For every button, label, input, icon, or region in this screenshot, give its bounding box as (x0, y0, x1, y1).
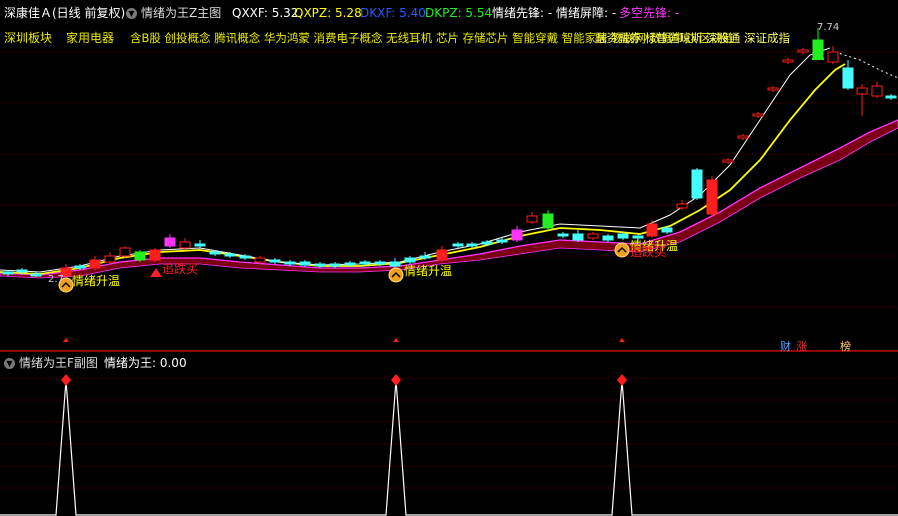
candle-body (617, 233, 629, 239)
candle-body (587, 233, 599, 239)
spike-marker (61, 374, 71, 386)
candle-body (299, 261, 311, 266)
candle-body (284, 261, 296, 265)
candle-body (30, 273, 42, 277)
candle-body (314, 263, 326, 267)
yellow-line (0, 63, 846, 275)
candle-body (691, 169, 703, 199)
bottom-signal-marker (63, 338, 69, 342)
candle-body (856, 87, 868, 95)
candle-body (119, 247, 131, 257)
candle-body (104, 255, 116, 263)
candle-body (496, 239, 508, 243)
sub-chart[interactable] (0, 352, 898, 516)
drop-label-1: 追跌买 (162, 262, 199, 276)
dkpz-value: DKPZ: 5.54 (425, 6, 493, 20)
warm-label-1: 情绪升温 (72, 274, 121, 288)
candle-body (254, 257, 266, 263)
warm-signal-icon (388, 267, 404, 283)
indicator-name: 情绪为王Z主图 (141, 6, 222, 20)
warm-signal-icon (614, 242, 630, 258)
candle-body (676, 203, 688, 209)
candle-body (224, 253, 236, 257)
overlay-blocks[interactable]: 融资融券 标普道琼斯 深股通 深证成指 (595, 30, 790, 46)
candle-body (436, 249, 448, 261)
candle-body (661, 227, 673, 233)
white-line (0, 47, 831, 273)
candle-body (134, 251, 146, 261)
candle-body (602, 235, 614, 241)
spike-marker (617, 374, 627, 386)
indicator-selector[interactable]: ▼ 情绪为王Z主图 (126, 4, 221, 22)
candle-body (797, 49, 809, 53)
candle-body (374, 261, 386, 265)
bottom-signal-marker (393, 338, 399, 342)
drop-label-2: 追跌买 (630, 245, 667, 259)
candle-body (359, 261, 371, 265)
candle-body (767, 87, 779, 91)
stock-title: 深康佳Ａ(日线 前复权) (4, 6, 126, 20)
qxxx-value: 情绪先锋: - (492, 6, 553, 20)
candle-body (269, 259, 281, 263)
drop-signal-icon (150, 268, 162, 277)
candle-body (179, 241, 191, 249)
candle-body (89, 259, 101, 269)
candle-body (2, 271, 14, 275)
main-chart[interactable] (0, 0, 898, 352)
candle-body (209, 251, 221, 255)
sub-indicator-selector[interactable]: ▼ 情绪为王F副图 (4, 355, 98, 371)
candle-body (329, 263, 341, 267)
candle-body (194, 243, 206, 247)
warm-label-2: 情绪升温 (404, 264, 453, 278)
dkxf-value: DKXF: 5.40 (360, 6, 426, 20)
candle-body (74, 265, 86, 269)
candle-body (452, 243, 464, 247)
candle-body (885, 95, 897, 99)
candle-body (16, 269, 28, 273)
candle-body (419, 255, 431, 259)
high-price-label: 7.74 (817, 22, 840, 33)
candle-body (389, 261, 401, 267)
candle-body (782, 59, 794, 63)
candle-body (812, 39, 824, 59)
candle-body (871, 85, 883, 97)
candle-body (827, 51, 839, 63)
candle-body (466, 243, 478, 247)
candle-body (557, 233, 569, 237)
candle-body (737, 135, 749, 139)
chevron-down-icon[interactable]: ▼ (4, 358, 15, 369)
candle-body (542, 213, 554, 229)
sub-title: 情绪为王F副图 (19, 356, 98, 370)
sub-value: 情绪为王: 0.00 (104, 356, 187, 370)
qxpz-value: QXPZ: 5.28 (294, 6, 362, 20)
candle-body (164, 237, 176, 247)
industry-block[interactable]: 家用电器 (66, 30, 114, 46)
candle-body (149, 249, 161, 261)
qxxf-value: QXXF: 5.32 (232, 6, 299, 20)
candle-body (646, 223, 658, 237)
region-block[interactable]: 深圳板块 (4, 30, 52, 46)
candle-body (572, 233, 584, 241)
dkxx-value: 多空先锋: - (619, 6, 680, 20)
candle-body (526, 215, 538, 223)
bottom-signal-marker (619, 338, 625, 342)
candle-body (842, 67, 854, 89)
candle-body (722, 159, 734, 163)
candle-body (706, 179, 718, 215)
low-price-label: 2.7 (48, 274, 64, 285)
candle-body (752, 113, 764, 117)
spike-marker (391, 374, 401, 386)
candle-body (481, 241, 493, 245)
qxpz2-value: 情绪屏障: - (556, 6, 617, 20)
candle-body (344, 262, 356, 266)
chevron-down-icon[interactable]: ▼ (126, 8, 137, 19)
candle-body (239, 255, 251, 259)
candle-body (511, 229, 523, 241)
